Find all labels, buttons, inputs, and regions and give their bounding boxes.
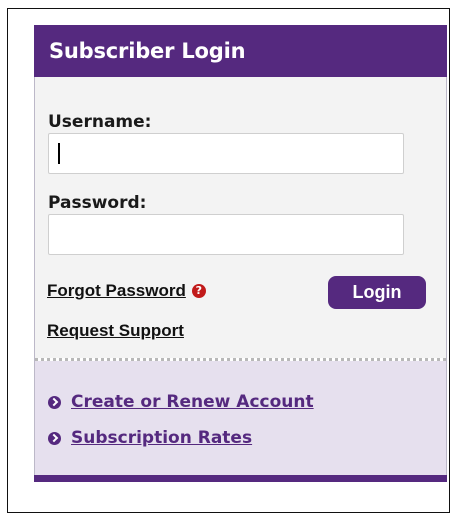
panel-title: Subscriber Login [34,25,447,77]
forgot-password-row: Forgot Password ? [47,281,206,301]
password-label: Password: [48,193,147,213]
chevron-right-circle-icon [48,431,61,445]
username-label: Username: [48,112,152,132]
password-input[interactable] [48,214,404,255]
list-item[interactable]: Create or Renew Account [48,392,314,412]
create-renew-account-link[interactable]: Create or Renew Account [71,392,314,412]
login-button[interactable]: Login [328,276,426,309]
text-cursor [58,143,60,164]
username-input[interactable] [48,133,404,174]
list-item[interactable]: Subscription Rates [48,428,252,448]
request-support-row: Request Support [47,321,184,341]
login-form: Username: Password: Forgot Password ? Lo… [35,77,446,358]
request-support-link[interactable]: Request Support [47,321,184,340]
subscription-rates-link[interactable]: Subscription Rates [71,428,252,448]
subscriber-login-panel: Subscriber Login Username: Password: For… [34,25,447,482]
question-mark-icon[interactable]: ? [191,284,206,298]
chevron-right-circle-icon [48,395,61,409]
panel-bottom-bar [34,475,447,482]
forgot-password-link[interactable]: Forgot Password [47,281,186,301]
account-links-area: Create or Renew Account Subscription Rat… [35,361,446,476]
